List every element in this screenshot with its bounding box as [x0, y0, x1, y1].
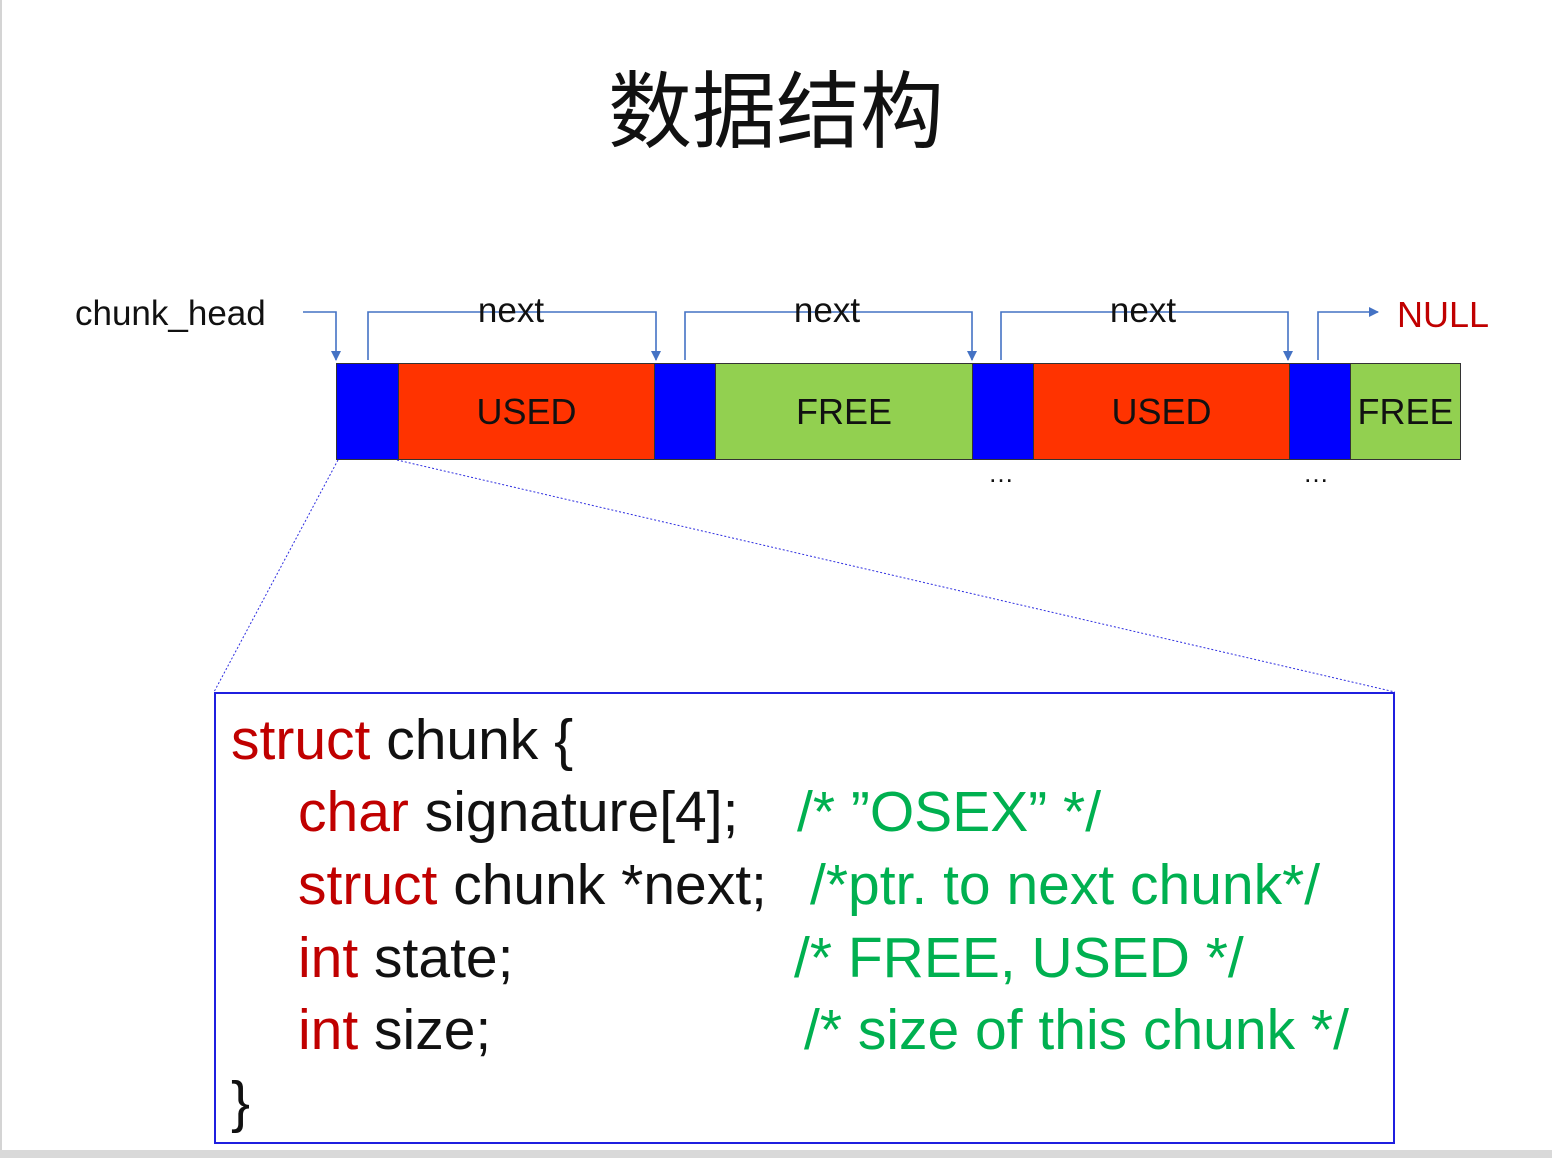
code-line-state: int state; — [298, 930, 513, 987]
code-text: chunk { — [370, 708, 574, 772]
used-block-2: USED — [1033, 363, 1290, 460]
code-comment-next: /*ptr. to next chunk*/ — [810, 853, 1321, 917]
ellipsis-1: … — [988, 458, 1016, 488]
null-label: NULL — [1397, 294, 1490, 335]
code-text: chunk *next; — [437, 853, 767, 917]
code-line-next: struct chunk *next; — [298, 857, 767, 914]
null-arrow — [1317, 307, 1379, 360]
free-block-1: FREE — [715, 363, 973, 460]
zoom-guide-right — [396, 459, 1396, 693]
code-comment-size: /* size of this chunk */ — [804, 998, 1349, 1062]
code-line-size: int size; — [298, 1002, 491, 1059]
code-keyword: struct — [231, 708, 371, 772]
code-keyword: int — [298, 998, 359, 1062]
code-line-struct-close: } — [231, 1070, 251, 1134]
code-line-signature: char signature[4]; — [298, 784, 738, 841]
used-block-1: USED — [398, 363, 655, 460]
next-label-2: next — [793, 291, 861, 330]
code-text: size; — [358, 998, 492, 1062]
ellipsis-2: … — [1303, 458, 1331, 488]
next-label-3: next — [1109, 291, 1177, 330]
code-comment-state: /* FREE, USED */ — [794, 926, 1244, 990]
code-line-struct-open: struct chunk { — [231, 712, 573, 769]
code-keyword: char — [298, 780, 409, 844]
block-state-label: USED — [1111, 390, 1212, 432]
block-state-label: USED — [476, 390, 577, 432]
chunk-header-block-3 — [972, 363, 1034, 460]
chunk-header-block-4 — [1289, 363, 1351, 460]
code-keyword: int — [298, 926, 359, 990]
chunk-header-block-2 — [654, 363, 716, 460]
code-comment-signature: /* ”OSEX” */ — [797, 780, 1102, 844]
code-text: state; — [358, 926, 514, 990]
chunk-header-block-1 — [336, 363, 399, 460]
struct-definition-box: struct chunk { char signature[4]; /* ”OS… — [214, 692, 1395, 1144]
free-block-2: FREE — [1350, 363, 1461, 460]
code-keyword: struct — [298, 853, 438, 917]
zoom-guide-left — [213, 459, 339, 693]
block-state-label: FREE — [1357, 390, 1454, 432]
block-state-label: FREE — [795, 390, 892, 432]
chunk-head-label: chunk_head — [75, 294, 266, 333]
code-text: signature[4]; — [408, 780, 739, 844]
next-label-1: next — [477, 291, 545, 330]
chunk-head-arrow — [303, 311, 341, 361]
